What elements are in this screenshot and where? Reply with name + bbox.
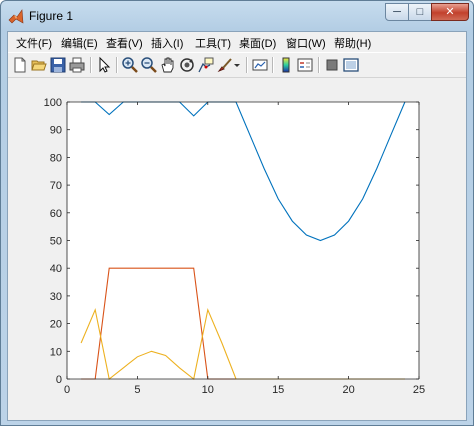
- new-figure-icon[interactable]: [11, 56, 29, 74]
- open-file-icon[interactable]: [30, 56, 48, 74]
- figure-client-area: 文件(F) 编辑(E) 查看(V) 插入(I) 工具(T) 桌面(D) 窗口(W…: [7, 31, 467, 421]
- y-tick-label: 50: [50, 236, 62, 248]
- edit-plot-arrow-icon[interactable]: [95, 56, 113, 74]
- zoom-in-icon[interactable]: [121, 56, 139, 74]
- save-icon[interactable]: [49, 56, 67, 74]
- y-tick-label: 0: [56, 374, 62, 386]
- close-button[interactable]: ✕: [431, 3, 469, 21]
- menu-help[interactable]: 帮助(H): [334, 35, 371, 51]
- menu-file[interactable]: 文件(F): [16, 35, 52, 51]
- menu-desktop[interactable]: 桌面(D): [239, 35, 276, 51]
- menu-tools[interactable]: 工具(T): [195, 35, 231, 51]
- x-tick-label: 20: [342, 384, 354, 396]
- figure-canvas[interactable]: 0 5 10 15 20 25 0 10 20 30 40 50 60 70 80 90 100: [8, 78, 466, 420]
- window-title: Figure 1: [29, 9, 74, 23]
- y-tick-label: 20: [50, 319, 62, 331]
- y-tick-label: 70: [50, 180, 62, 192]
- link-plot-icon[interactable]: [251, 56, 269, 74]
- toolbar-separator: [116, 57, 118, 73]
- y-tick-label: 80: [50, 152, 62, 164]
- matlab-icon: [8, 9, 24, 24]
- x-tick-label: 15: [272, 384, 284, 396]
- y-tick-label: 100: [44, 97, 62, 109]
- legend-icon[interactable]: [296, 56, 314, 74]
- menu-view[interactable]: 查看(V): [106, 35, 143, 51]
- toolbar-separator: [90, 57, 92, 73]
- x-tick-label: 0: [64, 384, 70, 396]
- hide-plot-tools-icon[interactable]: [323, 56, 341, 74]
- x-tick-label: 25: [413, 384, 425, 396]
- toolbar-separator: [272, 57, 274, 73]
- chevron-down-icon[interactable]: [232, 56, 242, 74]
- y-tick-label: 30: [50, 291, 62, 303]
- toolbar-separator: [318, 57, 320, 73]
- menu-window[interactable]: 窗口(W): [286, 35, 326, 51]
- figure-window: Figure 1 ─ □ ✕ 文件(F) 编辑(E) 查看(V) 插入(I) 工…: [0, 0, 474, 426]
- menu-bar: 文件(F) 编辑(E) 查看(V) 插入(I) 工具(T) 桌面(D) 窗口(W…: [8, 32, 466, 52]
- axes-background: [67, 102, 419, 379]
- y-tick-label: 10: [50, 346, 62, 358]
- pan-hand-icon[interactable]: [159, 56, 177, 74]
- rotate-3d-icon[interactable]: [178, 56, 196, 74]
- maximize-button[interactable]: □: [408, 3, 432, 21]
- figure-toolbar: [8, 52, 466, 78]
- x-tick-label: 5: [134, 384, 140, 396]
- title-bar[interactable]: Figure 1 ─ □ ✕: [1, 1, 473, 31]
- minimize-button[interactable]: ─: [385, 3, 409, 21]
- toolbar-separator: [246, 57, 248, 73]
- x-tick-label: 10: [202, 384, 214, 396]
- data-cursor-icon[interactable]: [197, 56, 215, 74]
- colorbar-icon[interactable]: [277, 56, 295, 74]
- menu-insert[interactable]: 插入(I): [151, 35, 183, 51]
- print-icon[interactable]: [68, 56, 86, 74]
- menu-edit[interactable]: 编辑(E): [61, 35, 98, 51]
- y-tick-label: 40: [50, 263, 62, 275]
- line-chart[interactable]: 0 5 10 15 20 25 0 10 20 30 40 50 60 70 80 90 100: [8, 78, 466, 420]
- y-tick-label: 90: [50, 125, 62, 137]
- y-tick-label: 60: [50, 208, 62, 220]
- zoom-out-icon[interactable]: [140, 56, 158, 74]
- show-plot-tools-icon[interactable]: [342, 56, 360, 74]
